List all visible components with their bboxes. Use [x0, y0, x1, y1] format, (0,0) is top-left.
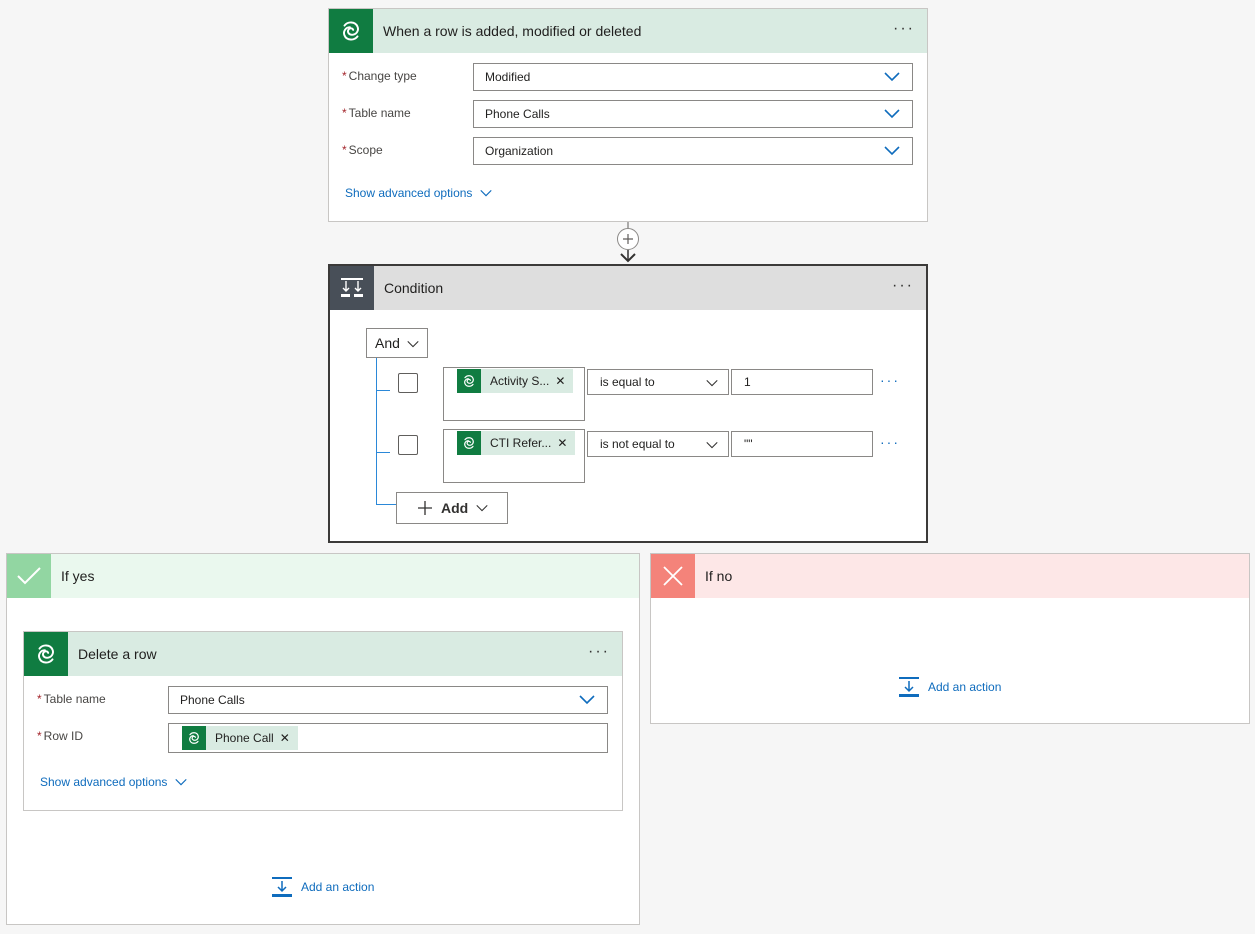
delete-row-header[interactable]: Delete a row ···: [24, 632, 622, 676]
trigger-menu-icon[interactable]: ···: [893, 21, 915, 37]
condition-header[interactable]: Condition ···: [330, 266, 926, 310]
delete-table-name-select[interactable]: Phone Calls: [168, 686, 608, 714]
row-1-value-input[interactable]: 1: [731, 369, 873, 395]
show-advanced-options-link[interactable]: Show advanced options: [345, 186, 492, 200]
chevron-down-icon: [884, 145, 900, 156]
row-id-label: * Row ID: [37, 729, 84, 743]
token-label: CTI Refer...: [490, 436, 552, 450]
trigger-header[interactable]: When a row is added, modified or deleted…: [329, 9, 927, 53]
phone-call-token[interactable]: Phone Call ✕: [182, 726, 298, 750]
condition-card: Condition ··· And Activity S... ✕ is equ…: [328, 264, 928, 543]
row-1-operator-select[interactable]: is equal to: [587, 369, 729, 395]
tree-branch: [376, 390, 390, 391]
tree-line: [376, 358, 377, 505]
value-text: "": [744, 437, 753, 451]
add-action-icon: [271, 876, 293, 898]
table-name-select[interactable]: Phone Calls: [473, 100, 913, 128]
delete-row-title: Delete a row: [78, 646, 157, 662]
table-name-value: Phone Calls: [485, 107, 550, 121]
dataverse-icon: [329, 9, 373, 53]
tree-branch: [376, 504, 396, 505]
chevron-down-icon: [884, 71, 900, 82]
chevron-down-icon: [480, 189, 492, 197]
row-2-checkbox[interactable]: [398, 435, 418, 455]
advanced-label: Show advanced options: [40, 775, 168, 789]
dataverse-icon: [182, 726, 206, 750]
remove-token-icon[interactable]: ✕: [280, 731, 298, 745]
plus-icon: [418, 501, 432, 515]
operator-value: is equal to: [600, 375, 655, 389]
operator-value: is not equal to: [600, 437, 675, 451]
row-2-left-operand[interactable]: CTI Refer... ✕: [443, 429, 585, 483]
scope-label: * Scope: [342, 143, 383, 157]
if-yes-branch: If yes Delete a row ··· * Table name Phon…: [6, 553, 640, 925]
add-action-label: Add an action: [301, 880, 375, 894]
add-action-label: Add an action: [928, 680, 1002, 694]
table-name-value: Phone Calls: [180, 693, 245, 707]
if-no-add-action-button[interactable]: Add an action: [898, 676, 1001, 698]
table-name-label: * Table name: [37, 692, 106, 706]
if-no-branch: If no Add an action: [650, 553, 1250, 724]
change-type-label: * Change type: [342, 69, 417, 83]
chevron-down-icon: [175, 778, 187, 786]
if-no-title: If no: [705, 568, 733, 584]
chevron-down-icon: [407, 340, 419, 348]
group-operator-select[interactable]: And: [366, 328, 428, 358]
trigger-title: When a row is added, modified or deleted: [383, 23, 642, 39]
if-yes-add-action-button[interactable]: Add an action: [271, 876, 374, 898]
chevron-down-icon: [706, 441, 718, 449]
condition-menu-icon[interactable]: ···: [892, 278, 914, 294]
advanced-label: Show advanced options: [345, 186, 473, 200]
chevron-down-icon: [579, 694, 595, 705]
row-2-value-input[interactable]: "": [731, 431, 873, 457]
add-action-icon: [898, 676, 920, 698]
row-id-input[interactable]: Phone Call ✕: [168, 723, 608, 753]
dataverse-icon: [24, 632, 68, 676]
insert-step-button[interactable]: [617, 228, 639, 250]
chevron-down-icon: [884, 108, 900, 119]
change-type-select[interactable]: Modified: [473, 63, 913, 91]
scope-value: Organization: [485, 144, 554, 158]
tree-branch: [376, 452, 390, 453]
scope-select[interactable]: Organization: [473, 137, 913, 165]
trigger-card: When a row is added, modified or deleted…: [328, 8, 928, 222]
row-2-operator-select[interactable]: is not equal to: [587, 431, 729, 457]
remove-token-icon[interactable]: ✕: [555, 374, 573, 388]
add-condition-button[interactable]: Add: [396, 492, 508, 524]
if-no-header[interactable]: If no: [651, 554, 1249, 598]
delete-row-menu-icon[interactable]: ···: [588, 644, 610, 660]
change-type-value: Modified: [485, 70, 531, 84]
remove-token-icon[interactable]: ✕: [557, 436, 575, 450]
token-label: Phone Call: [215, 731, 274, 745]
chevron-down-icon: [706, 379, 718, 387]
condition-title: Condition: [384, 280, 444, 296]
add-label: Add: [441, 500, 469, 516]
close-icon: [651, 554, 695, 598]
plus-icon: [623, 234, 633, 244]
check-icon: [7, 554, 51, 598]
dataverse-icon: [457, 369, 481, 393]
chevron-down-icon: [476, 504, 488, 512]
activity-status-token[interactable]: Activity S... ✕: [457, 369, 574, 393]
row-1-more-icon[interactable]: ···: [880, 372, 900, 388]
delete-row-card: Delete a row ··· * Table name Phone Calls…: [23, 631, 623, 811]
group-operator-value: And: [375, 335, 400, 351]
value-text: 1: [744, 375, 751, 389]
show-advanced-options-link[interactable]: Show advanced options: [40, 775, 187, 789]
row-1-left-operand[interactable]: Activity S... ✕: [443, 367, 585, 421]
cti-reference-token[interactable]: CTI Refer... ✕: [457, 431, 576, 455]
row-2-more-icon[interactable]: ···: [880, 434, 900, 450]
table-name-label: * Table name: [342, 106, 411, 120]
if-yes-title: If yes: [61, 568, 95, 584]
dataverse-icon: [457, 431, 481, 455]
if-yes-header[interactable]: If yes: [7, 554, 639, 598]
row-1-checkbox[interactable]: [398, 373, 418, 393]
token-label: Activity S...: [490, 374, 550, 388]
condition-icon: [330, 266, 374, 310]
